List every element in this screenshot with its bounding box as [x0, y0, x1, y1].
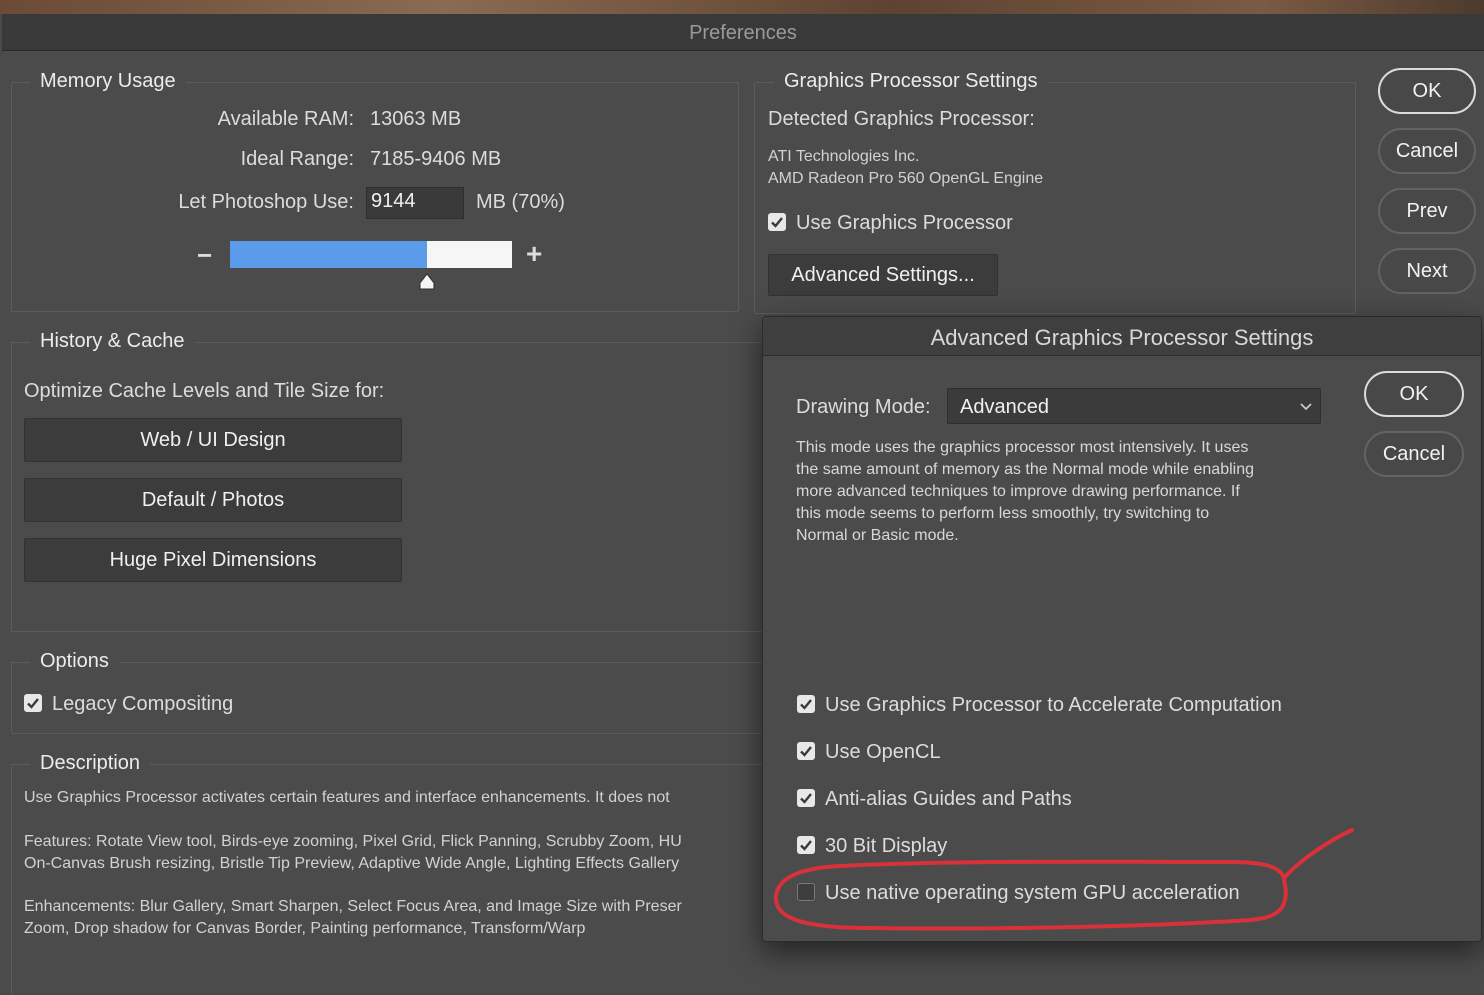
red-annotation-circle	[773, 828, 1354, 931]
